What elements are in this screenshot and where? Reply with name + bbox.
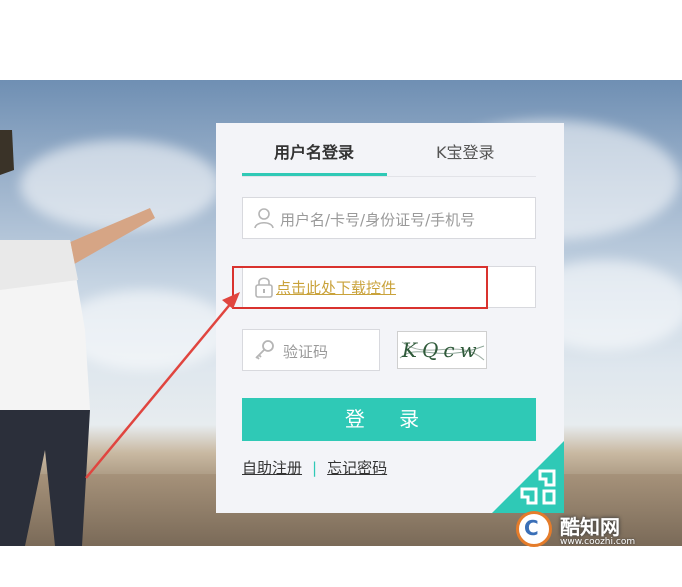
link-separator: | <box>312 459 318 477</box>
corner-decoration-icon <box>492 441 564 513</box>
watermark-logo-letter: C <box>524 516 539 540</box>
watermark-logo-icon: C <box>516 511 552 547</box>
tab-divider <box>242 176 536 177</box>
self-register-link[interactable]: 自助注册 <box>242 459 302 477</box>
tab-username-login[interactable]: 用户名登录 <box>274 143 354 163</box>
user-icon <box>254 208 274 229</box>
site-watermark: C 酷知网 www.coozhi.com <box>506 505 658 553</box>
captcha-text: KQcw <box>402 338 482 362</box>
annotation-highlight-box <box>232 266 488 309</box>
username-field[interactable]: 用户名/卡号/身份证号/手机号 <box>242 197 536 239</box>
tab-k-bao-login[interactable]: K宝登录 <box>436 143 495 163</box>
watermark-url: www.coozhi.com <box>560 537 636 547</box>
captcha-field[interactable]: 验证码 <box>242 329 380 371</box>
username-placeholder: 用户名/卡号/身份证号/手机号 <box>280 211 476 229</box>
account-links: 自助注册 | 忘记密码 <box>242 457 387 478</box>
forgot-password-link[interactable]: 忘记密码 <box>327 459 387 477</box>
login-card: 用户名登录 K宝登录 用户名/卡号/身份证号/手机号 点击此处下载控件 验证码 … <box>216 123 564 513</box>
captcha-placeholder: 验证码 <box>283 343 329 361</box>
watermark-name: 酷知网 <box>560 515 620 539</box>
key-icon <box>255 340 274 360</box>
login-button[interactable]: 登 录 <box>242 398 536 441</box>
captcha-image[interactable]: KQcw <box>397 331 487 369</box>
